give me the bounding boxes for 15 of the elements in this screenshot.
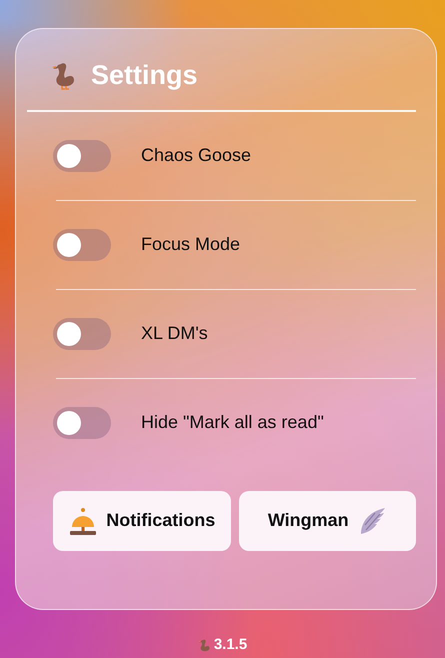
bell-icon (68, 506, 98, 536)
goose-icon (51, 60, 75, 90)
toggle-label: Focus Mode (141, 233, 240, 256)
goose-icon (198, 638, 210, 653)
settings-title: Settings (91, 59, 198, 92)
toggle-label: Hide "Mark all as read" (141, 411, 324, 434)
toggle-label: XL DM's (141, 322, 208, 345)
toggle-label: Chaos Goose (141, 144, 252, 167)
notifications-button[interactable]: Notifications (53, 490, 230, 550)
toggle-switch[interactable] (53, 228, 111, 260)
wingman-button[interactable]: Wingman (238, 490, 416, 550)
toggle-switch[interactable] (53, 318, 111, 350)
toggle-switch[interactable] (53, 140, 111, 172)
toggle-switch[interactable] (53, 406, 111, 438)
version-text: 3.1.5 (214, 635, 248, 655)
